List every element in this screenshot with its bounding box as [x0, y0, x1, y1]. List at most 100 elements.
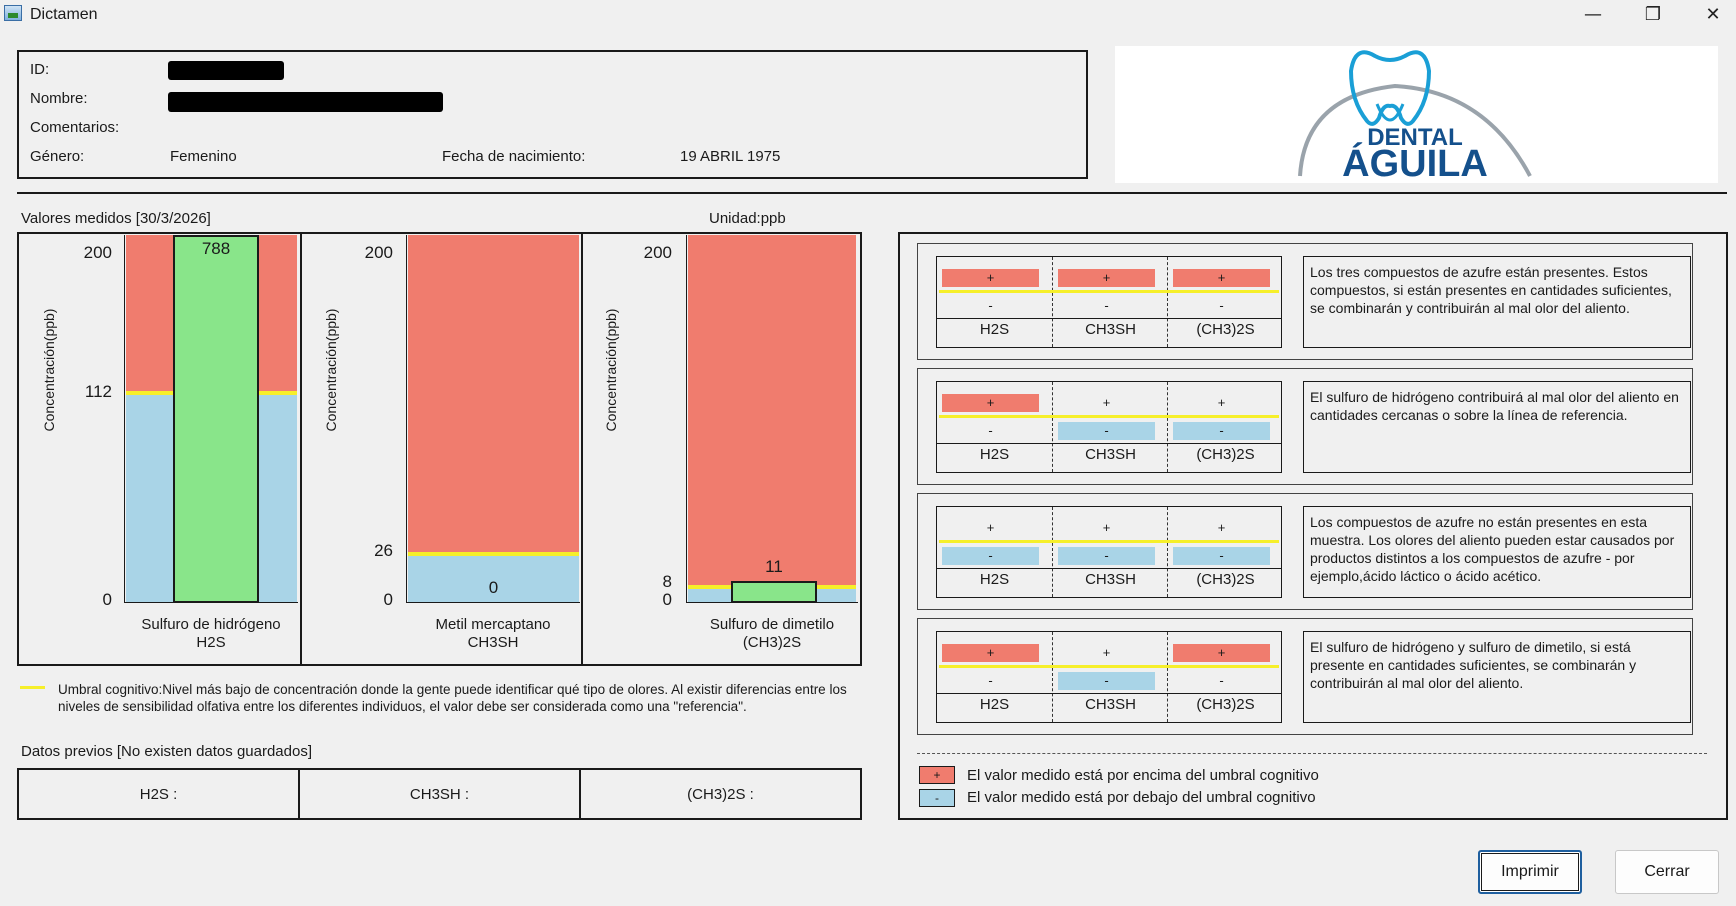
previous-h2s: H2S : — [139, 785, 178, 803]
window-title: Dictamen — [30, 6, 98, 23]
minimize-icon[interactable]: — — [1570, 2, 1616, 28]
pattern-col: + - (CH3)2S — [1167, 382, 1282, 472]
previous-data-title: Datos previos [No existen datos guardado… — [21, 743, 312, 760]
threshold-legend-text: Umbral cognitivo:Nivel más bajo de conce… — [58, 682, 847, 714]
pattern-col: + - H2S — [937, 382, 1052, 472]
value-label: 788 — [201, 239, 231, 258]
plus-cell: + — [1217, 520, 1226, 535]
id-label: ID: — [30, 61, 50, 78]
pattern-table: + - H2S + - CH3SH + - (CH3)2S — [936, 631, 1282, 723]
plus-cell: + — [1173, 644, 1270, 662]
chart-divider — [300, 232, 302, 666]
case-description: Los compuestos de azufre no están presen… — [1303, 506, 1691, 598]
name-redacted — [168, 92, 443, 112]
compound-label: CH3SH — [1085, 321, 1136, 338]
compound-label: H2S — [979, 321, 1010, 338]
chart-name: Sulfuro de dimetilo — [709, 616, 835, 633]
tick-label: 0 — [662, 590, 672, 609]
pattern-col: + - CH3SH — [1052, 507, 1167, 597]
pattern-table: + - H2S + - CH3SH + - (CH3)2S — [936, 381, 1282, 473]
plus-cell: + — [1058, 269, 1155, 287]
x-axis-line — [686, 602, 858, 603]
compound-label: H2S — [979, 696, 1010, 713]
close-button[interactable]: Cerrar — [1615, 850, 1719, 894]
title-bar — [0, 0, 1736, 30]
compound-label: (CH3)2S — [1196, 321, 1255, 338]
previous-ch32s: (CH3)2S : — [579, 770, 860, 818]
minus-cell: - — [942, 547, 1039, 565]
chart-divider — [581, 232, 583, 666]
tick-label: 0 — [102, 590, 112, 609]
above-legend-text: El valor medido está por encima del umbr… — [967, 767, 1319, 784]
pattern-table: + - H2S + - CH3SH + - (CH3)2S — [936, 256, 1282, 348]
pattern-col: + - H2S — [937, 257, 1052, 347]
threshold-line — [408, 552, 579, 556]
minus-cell: - — [1173, 547, 1270, 565]
compound-label: (CH3)2S — [1196, 696, 1255, 713]
previous-ch3sh: CH3SH : — [298, 770, 579, 818]
case-description: El sulfuro de hidrógeno contribuirá al m… — [1303, 381, 1691, 473]
compound-label: (CH3)2S — [1196, 446, 1255, 463]
tick-label: 200 — [83, 243, 112, 262]
threshold-line — [939, 540, 1279, 543]
value-label: 11 — [765, 557, 783, 576]
tick-label: 26 — [374, 541, 393, 560]
unit-label: Unidad:ppb — [709, 210, 786, 227]
x-axis-line — [406, 602, 580, 603]
row-separator — [937, 568, 1281, 569]
previous-data-table: H2S : CH3SH : (CH3)2S : — [17, 768, 862, 820]
case-description: El sulfuro de hidrógeno y sulfuro de dim… — [1303, 631, 1691, 723]
compound-label: H2S — [979, 571, 1010, 588]
plus-cell: + — [942, 644, 1039, 662]
pattern-col: + - (CH3)2S — [1167, 632, 1282, 722]
x-axis-line — [124, 602, 298, 603]
y-axis-line — [686, 235, 687, 603]
plus-cell: + — [942, 269, 1039, 287]
threshold-line — [939, 665, 1279, 668]
threshold-legend-swatch — [20, 686, 45, 689]
case-box-2: + - H2S + - CH3SH + - (CH3)2S El sulfuro… — [917, 368, 1693, 485]
minus-cell: - — [988, 298, 993, 313]
plus-cell: + — [986, 520, 995, 535]
threshold-line — [939, 415, 1279, 418]
chart-formula: CH3SH — [467, 634, 519, 651]
restore-icon[interactable]: ❐ — [1630, 2, 1676, 28]
minus-cell: - — [1058, 547, 1155, 565]
threshold-line — [939, 290, 1279, 293]
case-box-4: + - H2S + - CH3SH + - (CH3)2S El sulfuro… — [917, 618, 1693, 735]
case-box-3: + - H2S + - CH3SH + - (CH3)2S Los compue… — [917, 493, 1693, 610]
chart-name: Sulfuro de hidrógeno — [141, 616, 281, 633]
compound-label: CH3SH — [1085, 446, 1136, 463]
case-box-1: + - H2S + - CH3SH + - (CH3)2S Los tres c… — [917, 243, 1693, 360]
above-threshold-zone — [408, 235, 579, 552]
app-icon — [4, 5, 22, 21]
above-threshold-zone — [688, 235, 856, 585]
legend-separator — [917, 753, 1707, 754]
y-axis-label: Concentración(ppb) — [41, 308, 57, 432]
birth-date-label: Fecha de nacimiento: — [442, 148, 586, 165]
y-axis-line — [406, 235, 407, 603]
y-axis-line — [124, 235, 125, 603]
tick-label: 8 — [662, 572, 672, 591]
minus-cell: - — [1173, 422, 1270, 440]
print-button[interactable]: Imprimir — [1478, 850, 1582, 894]
close-window-icon[interactable]: ✕ — [1690, 2, 1736, 28]
y-axis-label: Concentración(ppb) — [603, 308, 619, 432]
gender-value: Femenino — [170, 148, 237, 165]
row-separator — [937, 443, 1281, 444]
below-legend-text: El valor medido está por debajo del umbr… — [967, 789, 1316, 806]
minus-cell: - — [1104, 298, 1109, 313]
tick-label: 200 — [643, 243, 672, 262]
comments-label: Comentarios: — [30, 119, 120, 136]
plus-cell: + — [1102, 645, 1111, 660]
minus-cell: - — [1058, 672, 1155, 690]
measured-title: Valores medidos [30/3/2026] — [21, 210, 211, 227]
clinic-logo: DENTAL ÁGUILA — [1115, 46, 1718, 185]
pattern-table: + - H2S + - CH3SH + - (CH3)2S — [936, 506, 1282, 598]
pattern-col: + - CH3SH — [1052, 257, 1167, 347]
pattern-col: + - (CH3)2S — [1167, 507, 1282, 597]
row-separator — [937, 693, 1281, 694]
chart-name: Metil mercaptano — [435, 616, 551, 633]
case-description: Los tres compuestos de azufre están pres… — [1303, 256, 1691, 348]
compound-label: H2S — [979, 446, 1010, 463]
